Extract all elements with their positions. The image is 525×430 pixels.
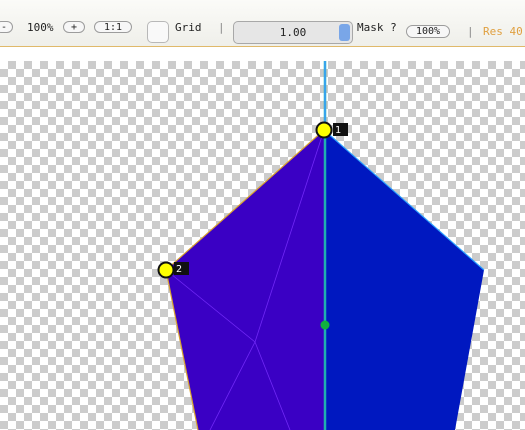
mesh-right-half — [324, 130, 484, 430]
mesh-overlay[interactable]: 1 2 — [0, 0, 525, 430]
mesh-left-half — [166, 130, 324, 430]
vertex-2-label: 2 — [176, 264, 182, 275]
vertex-1[interactable]: 1 — [315, 121, 349, 139]
center-point[interactable] — [320, 320, 330, 330]
vertex-1-label: 1 — [335, 125, 341, 136]
